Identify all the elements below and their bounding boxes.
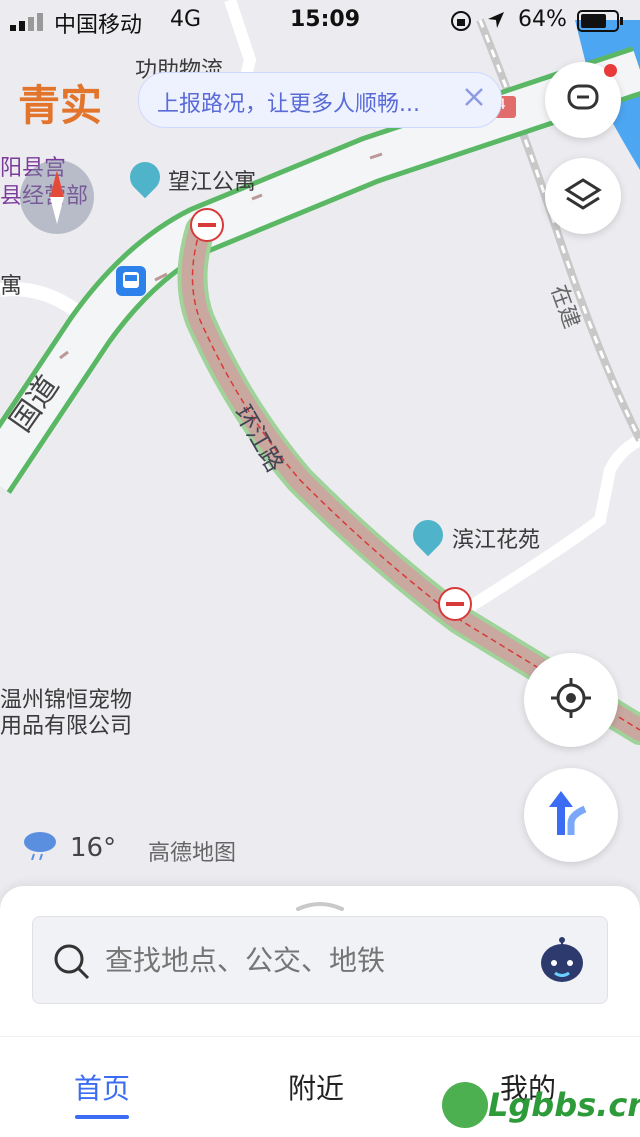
location-arrow-icon	[486, 10, 506, 36]
weather-cloud-icon	[22, 830, 58, 860]
map-provider: 高德地图	[148, 841, 237, 866]
battery-percent: 64%	[518, 7, 567, 32]
network: 4G	[170, 7, 202, 32]
notification-dot	[604, 64, 617, 77]
banner-text: 上报路况，让更多人顺畅...	[157, 92, 420, 117]
partial-label: 寓	[0, 274, 23, 299]
watermark-text: Lgbbs.cn	[488, 1086, 640, 1124]
bus-stop-icon[interactable]	[116, 266, 146, 296]
time: 15:09	[290, 7, 361, 32]
report-traffic-banner[interactable]: 上报路况，让更多人顺畅...	[138, 72, 502, 128]
tab-home[interactable]: 首页	[74, 1067, 130, 1119]
assistant-icon[interactable]	[537, 935, 587, 989]
close-icon[interactable]	[463, 86, 485, 114]
layers-button[interactable]	[545, 158, 621, 234]
feedback-button[interactable]	[545, 62, 621, 138]
poi-label[interactable]: 望江公寓	[168, 164, 256, 196]
map-canvas	[0, 0, 640, 745]
navigate-button[interactable]	[524, 768, 618, 862]
tab-label: 首页	[74, 1072, 131, 1105]
status-bar: 中国移动 4G 15:09 64%	[0, 0, 640, 40]
search-input[interactable]	[103, 937, 507, 983]
partial-label: 用品有限公司	[0, 714, 133, 739]
carrier: 中国移动	[54, 13, 143, 38]
poi-label[interactable]: 滨江花苑	[452, 522, 540, 554]
lock-rotation-icon	[450, 10, 472, 38]
layers-icon	[563, 174, 603, 218]
locate-icon	[549, 676, 593, 724]
no-entry-icon[interactable]	[190, 208, 224, 242]
feedback-icon	[563, 78, 603, 122]
battery-icon	[577, 10, 625, 38]
watermark-logo-icon	[442, 1082, 488, 1128]
signal-icon	[10, 12, 48, 37]
tab-indicator	[75, 1115, 129, 1119]
weather-temp: 16°	[70, 833, 117, 863]
bottom-sheet[interactable]: 首页 附近 我的 Lgbbs.cn	[0, 886, 640, 1137]
map-view[interactable]: 青实 功助物流 阳县宫 县经营部 寓 国道 温州锦恒宠物 用品有限公司 在建 望…	[0, 0, 640, 900]
locate-button[interactable]	[524, 653, 618, 747]
search-icon	[53, 943, 91, 985]
no-entry-icon[interactable]	[438, 587, 472, 621]
sheet-handle[interactable]	[296, 896, 344, 911]
compass-icon[interactable]	[20, 160, 94, 234]
tab-nearby[interactable]: 附近	[288, 1067, 344, 1107]
search-bar[interactable]	[32, 916, 608, 1004]
brand-overlay: 青实	[18, 81, 103, 130]
tab-label: 附近	[288, 1072, 345, 1105]
navigate-icon	[547, 787, 595, 843]
